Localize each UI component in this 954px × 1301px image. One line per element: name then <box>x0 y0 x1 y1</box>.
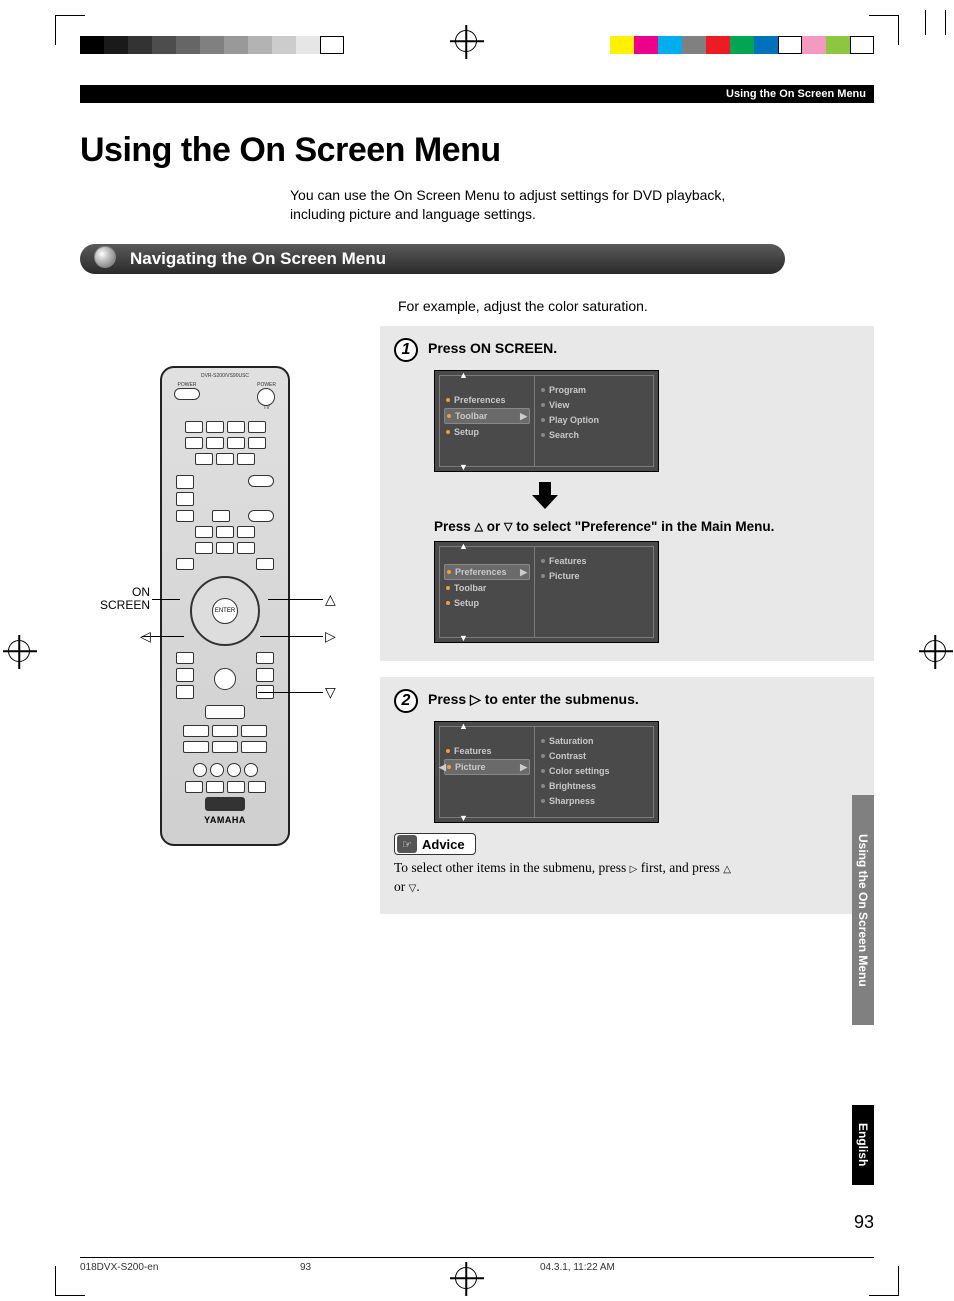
osd-left-item: Toolbar▶ <box>444 408 530 424</box>
down-arrow-icon <box>534 482 556 508</box>
down-triangle-marker: ▽ <box>325 684 336 701</box>
osd-right-item: View <box>539 398 649 412</box>
step1-sub-instruction: Press △ or ▽ to select "Preference" in t… <box>434 518 860 536</box>
section-heading-label: Navigating the On Screen Menu <box>80 244 785 274</box>
osd-left-item: Features <box>444 744 530 758</box>
enter-button-icon: ENTER <box>212 598 238 624</box>
section-heading: Navigating the On Screen Menu <box>80 242 874 276</box>
bullet-orb-icon <box>94 246 116 268</box>
side-tab-section: Using the On Screen Menu <box>852 795 874 1025</box>
step-number-2: 2 <box>394 689 418 713</box>
dpad-icon: ENTER <box>190 576 260 646</box>
remote-control-illustration: DVR-S200/VS90USC POWER POWER TV <box>160 366 290 846</box>
tv-input-button <box>248 475 274 487</box>
cinema-button <box>205 797 245 811</box>
registration-mark <box>924 640 946 662</box>
step1-title: Press ON SCREEN. <box>428 340 557 356</box>
registration-mark <box>455 30 477 52</box>
advice-text: To select other items in the submenu, pr… <box>394 859 734 895</box>
power-button-icon <box>174 388 200 400</box>
on-screen-button-icon <box>176 558 194 570</box>
steps-column: 1 Press ON SCREEN. ▲ PreferencesToolbar▶… <box>380 326 874 930</box>
page-number: 93 <box>854 1212 874 1233</box>
up-triangle-marker: △ <box>325 591 336 608</box>
tv-label: TV <box>257 406 276 411</box>
step2-title: Press ▷ to enter the submenus. <box>428 691 639 708</box>
osd-right-item: Saturation <box>539 734 649 748</box>
footer-page: 93 <box>300 1262 540 1273</box>
side-tab-language: English <box>852 1105 874 1185</box>
grayscale-strip <box>80 36 344 54</box>
intro-paragraph: You can use the On Screen Menu to adjust… <box>290 186 760 224</box>
osd-left-item: Preferences <box>444 393 530 407</box>
tick <box>925 10 926 35</box>
down-triangle-icon: ▽ <box>504 520 512 534</box>
brand-logo: YAMAHA <box>168 815 282 825</box>
osd-menu-1: ▲ PreferencesToolbar▶Setup ProgramViewPl… <box>434 370 659 472</box>
right-triangle-marker: ▷ <box>325 628 336 645</box>
lead-line <box>258 692 323 693</box>
example-line: For example, adjust the color saturation… <box>398 298 874 314</box>
step-number-1: 1 <box>394 338 418 362</box>
footer-timestamp: 04.3.1, 11:22 AM <box>540 1262 874 1273</box>
osd-menu-3: ▲ FeaturesPicture▶◀ SaturationContrastCo… <box>434 721 659 823</box>
hand-icon: ☞ <box>397 835 417 853</box>
step1-panel: 1 Press ON SCREEN. ▲ PreferencesToolbar▶… <box>380 326 874 662</box>
osd-right-item: Program <box>539 383 649 397</box>
scroll-down-icon: ▼ <box>459 462 468 472</box>
up-triangle-icon: △ <box>475 520 483 534</box>
scroll-down-icon: ▼ <box>459 633 468 643</box>
lead-line <box>142 636 184 637</box>
lead-line <box>268 599 323 600</box>
advice-box: ☞ Advice <box>394 833 476 855</box>
osd-right-item: Contrast <box>539 749 649 763</box>
page-title: Using the On Screen Menu <box>80 131 874 170</box>
scroll-down-icon: ▼ <box>459 813 468 823</box>
callout-on-screen: ON SCREEN <box>90 586 150 612</box>
osd-menu-2: ▲ Preferences▶ToolbarSetup FeaturesPictu… <box>434 541 659 643</box>
registration-mark <box>8 640 30 662</box>
power-label: POWER <box>257 383 276 388</box>
power-label: POWER <box>174 383 200 388</box>
osd-left-item: Setup <box>444 596 530 610</box>
osd-left-item: Picture▶◀ <box>444 759 530 775</box>
footer: 018DVX-S200-en 93 04.3.1, 11:22 AM <box>80 1257 874 1273</box>
color-strip <box>610 36 874 54</box>
advice-label: Advice <box>422 837 465 852</box>
lead-line <box>260 636 323 637</box>
running-header: Using the On Screen Menu <box>80 85 874 103</box>
right-triangle-icon: ▷ <box>470 691 481 707</box>
printer-marks-top <box>0 10 954 50</box>
lead-line <box>152 599 180 600</box>
sleep-button <box>248 510 274 522</box>
osd-left-item: Toolbar <box>444 581 530 595</box>
tv-power-button-icon <box>257 388 275 406</box>
osd-right-item: Features <box>539 554 649 568</box>
footer-doc: 018DVX-S200-en <box>80 1262 300 1273</box>
osd-right-item: Picture <box>539 569 649 583</box>
osd-right-item: Brightness <box>539 779 649 793</box>
remote-model: DVR-S200/VS90USC <box>168 374 282 379</box>
step2-panel: 2 Press ▷ to enter the submenus. ▲ Featu… <box>380 677 874 913</box>
osd-right-item: Play Option <box>539 413 649 427</box>
osd-right-item: Search <box>539 428 649 442</box>
osd-left-item: Setup <box>444 425 530 439</box>
page-content: Using the On Screen Menu Using the On Sc… <box>80 75 874 1241</box>
mute-button-icon <box>214 668 236 690</box>
osd-left-item: Preferences▶ <box>444 564 530 580</box>
osd-right-item: Sharpness <box>539 794 649 808</box>
tick <box>945 10 946 35</box>
remote-illustration-column: ON SCREEN DVR-S200/VS90USC POWER POWER T… <box>80 326 380 930</box>
callout-label: ON SCREEN <box>100 585 150 612</box>
up-triangle-icon: △ <box>723 864 731 875</box>
osd-right-item: Color settings <box>539 764 649 778</box>
amp-button <box>205 705 245 719</box>
